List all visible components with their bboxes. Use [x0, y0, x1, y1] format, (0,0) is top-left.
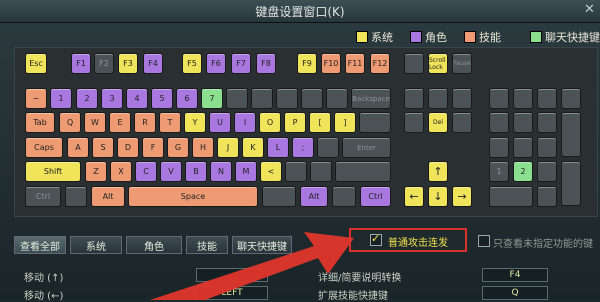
- keyboard-settings-window: 键盘设置窗口(K) ✕ 系统 角色 技能 聊天快捷键 Esc F1 F2 F3 …: [0, 0, 600, 302]
- red-arrow-annotation: [150, 232, 354, 300]
